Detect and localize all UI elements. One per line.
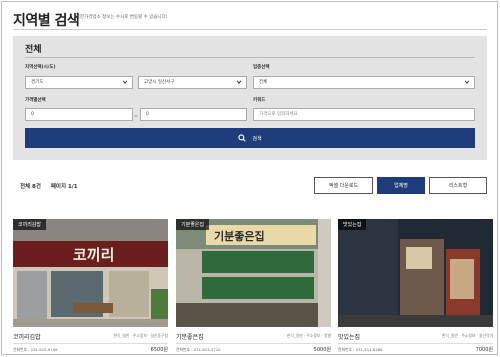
chevron-down-icon xyxy=(464,80,470,84)
store-category: 한식_일반 · 주소정보 · 일산동구청 xyxy=(113,333,168,338)
page-title: 지역별 검색 xyxy=(13,13,80,29)
store-photo[interactable]: 코끼리 코끼리김밥 xyxy=(13,219,168,327)
storefront-sign-text: 기분좋은집 xyxy=(214,229,265,243)
store-badge: 맛있는집 xyxy=(338,219,367,230)
store-photo[interactable]: 맛있는집 xyxy=(338,219,493,327)
storefront-image xyxy=(338,219,493,327)
page-subtitle: (착한가격업소 정보는 수시로 변동될 수 있습니다) xyxy=(74,15,168,20)
district-select-value: 고양시 일산서구 xyxy=(144,80,175,85)
store-price: 6500원 xyxy=(150,347,168,353)
price-max-input[interactable]: 0 xyxy=(140,108,247,121)
store-badge: 기분좋은집 xyxy=(176,219,210,230)
region-select[interactable]: 경기도 xyxy=(25,76,133,89)
store-card[interactable]: 기분좋은집 기분좋은집 기분좋은집 한식_일반 · 주소정보 · 정발 전화번호… xyxy=(176,219,331,353)
store-name[interactable]: 기분좋은집 xyxy=(176,332,204,341)
store-price: 7000원 xyxy=(475,347,493,353)
region-select-value: 경기도 xyxy=(31,80,44,85)
excel-download-button[interactable]: 엑셀 다운로드 xyxy=(314,177,373,194)
industry-select-value: 전체 xyxy=(259,80,268,85)
search-icon xyxy=(238,134,246,142)
store-category: 한식_일반 · 주소정보 · 일산덕이 xyxy=(441,333,493,338)
store-category: 한식_일반 · 주소정보 · 정발 xyxy=(286,333,331,338)
sort-by-name-button[interactable]: 업체명 xyxy=(377,177,425,194)
result-count: 전체 8건 xyxy=(20,184,41,190)
store-name[interactable]: 코끼리김밥 xyxy=(13,332,41,341)
region-label: 지역선택(시/도) xyxy=(25,65,56,70)
price-min-input[interactable]: 0 xyxy=(25,108,133,121)
price-label: 가격별선택 xyxy=(25,98,46,103)
card-divider xyxy=(338,343,493,344)
result-summary: 전체 8건 페이지 1/1 xyxy=(20,182,78,190)
list-view-button[interactable]: 리스트형 xyxy=(429,177,487,194)
storefront-image: 기분좋은집 xyxy=(176,219,331,327)
search-button[interactable]: 검색 xyxy=(25,128,475,148)
industry-select[interactable]: 전체 xyxy=(253,76,475,89)
store-card[interactable]: 코끼리 코끼리김밥 코끼리김밥 한식_일반 · 주소정보 · 일산동구청 전화번… xyxy=(13,219,168,353)
chevron-down-icon xyxy=(236,80,242,84)
card-divider xyxy=(176,343,331,344)
page-indicator: 페이지 1/1 xyxy=(50,184,78,190)
panel-divider xyxy=(25,57,475,58)
search-panel: 전체 지역선택(시/도) 경기도 고양시 일산서구 업종선택 전체 가격별선택 … xyxy=(13,36,487,160)
title-divider xyxy=(13,29,487,30)
store-phone: 전화번호 : 031-913-5720 xyxy=(176,347,221,352)
panel-title: 전체 xyxy=(25,45,42,55)
search-button-label: 검색 xyxy=(252,135,262,142)
district-select[interactable]: 고양시 일산서구 xyxy=(138,76,247,89)
store-phone: 전화번호 : 031-915-9199 xyxy=(13,347,58,352)
chevron-down-icon xyxy=(122,80,128,84)
store-phone: 전화번호 : 031-911-6286 xyxy=(338,347,383,352)
range-dash: ~ xyxy=(134,114,139,120)
keyword-input[interactable]: 가격으로 입력하세요 xyxy=(253,108,475,121)
industry-label: 업종선택 xyxy=(253,65,270,70)
store-badge: 코끼리김밥 xyxy=(13,219,47,230)
keyword-label: 키워드 xyxy=(253,98,266,103)
store-photo[interactable]: 기분좋은집 기분좋은집 xyxy=(176,219,331,327)
storefront-sign-text: 코끼리 xyxy=(73,246,114,264)
store-card[interactable]: 맛있는집 맛있는집 한식_일반 · 주소정보 · 일산덕이 전화번호 : 031… xyxy=(338,219,493,353)
store-name[interactable]: 맛있는집 xyxy=(338,332,360,341)
storefront-image: 코끼리 xyxy=(13,219,168,327)
store-price: 5000원 xyxy=(313,347,331,353)
card-divider xyxy=(13,343,168,344)
